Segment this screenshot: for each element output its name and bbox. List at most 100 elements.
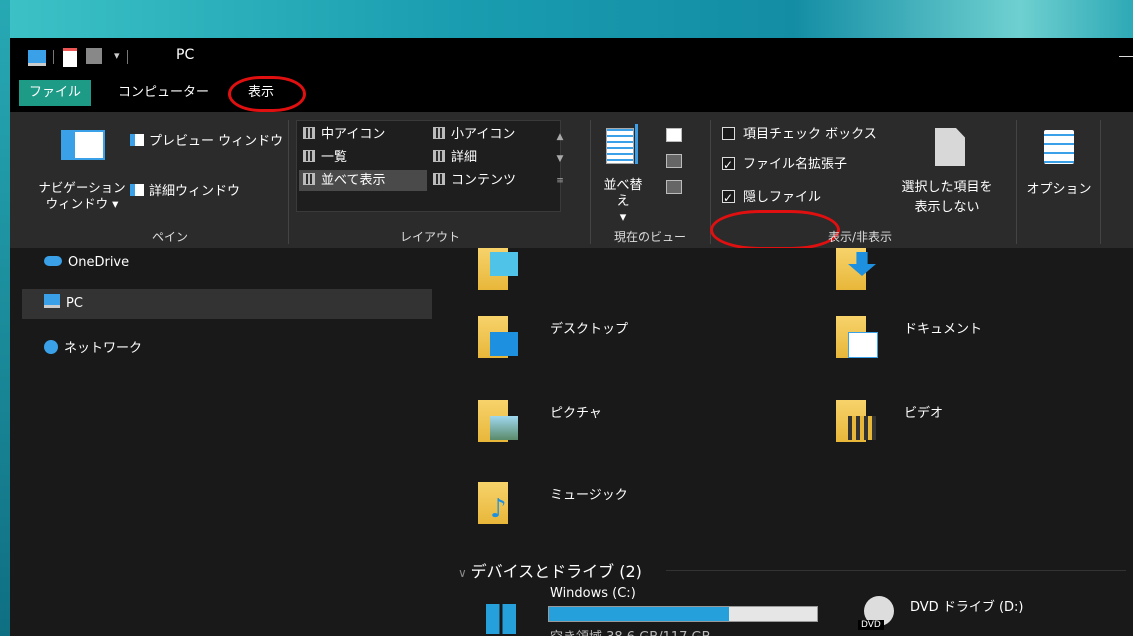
customize-quick-access-icon[interactable]: ▾ [114, 49, 120, 67]
navigation-pane-button[interactable]: ナビゲーション ウィンドウ ▾ [32, 180, 132, 212]
nav-item-pc[interactable]: PC [22, 289, 432, 319]
windows-drive-free-text: 空き領域 38.6 GB/117 GB [550, 626, 711, 636]
add-columns-icon [666, 154, 682, 168]
sort-by-button[interactable]: 並べ替え ▾ [598, 178, 648, 226]
folder-label[interactable]: ビデオ [904, 402, 943, 421]
pictures-icon [490, 416, 518, 440]
list-icon [303, 150, 315, 162]
sort-by-icon[interactable] [606, 128, 634, 164]
size-columns-icon [666, 180, 682, 194]
separator-icon [127, 50, 128, 64]
minimize-button[interactable] [1119, 56, 1133, 57]
navigation-pane: OneDrive PC ネットワーク [10, 248, 436, 636]
devices-section-header[interactable]: ∨ デバイスとドライブ (2) [458, 558, 642, 582]
group-label-show-hide: 表示/非表示 [827, 230, 893, 244]
item-checkboxes-option[interactable]: 項目チェック ボックス [722, 124, 877, 146]
layout-item-label: コンテンツ [451, 173, 517, 188]
properties-icon[interactable] [63, 48, 77, 67]
tab-file[interactable]: ファイル [19, 80, 92, 106]
hide-selected-label: 選択した項目を [901, 180, 993, 195]
hide-selected-label-2: 表示しない [914, 200, 980, 215]
hidden-items-checkbox[interactable] [722, 187, 735, 209]
new-folder-icon[interactable] [86, 48, 102, 64]
dvd-drive-label[interactable]: DVD ドライブ (D:) [910, 596, 1023, 615]
hide-selected-button[interactable]: 選択した項目を 表示しない [892, 178, 1002, 218]
folder-documents[interactable] [836, 316, 878, 358]
layout-list[interactable]: 一覧 [299, 147, 427, 168]
folder-label[interactable]: デスクトップ [550, 318, 628, 337]
windows-drive-icon[interactable] [486, 604, 516, 634]
folder-label[interactable]: ピクチャ [550, 402, 602, 421]
layout-medium-icons[interactable]: 中アイコン [299, 124, 427, 145]
sort-arrow-icon [635, 124, 638, 164]
ribbon-separator [288, 120, 289, 244]
section-divider [666, 570, 1126, 571]
item-checkboxes-label: 項目チェック ボックス [743, 127, 877, 142]
nav-item-label: PC [66, 296, 83, 311]
collapse-chevron-icon[interactable]: ∨ [458, 566, 471, 580]
folder-downloads[interactable] [836, 248, 876, 290]
tiles-icon [303, 173, 315, 185]
layout-gallery-scroll[interactable]: ▲ ▼ ≡ [550, 120, 570, 210]
content-icon [433, 173, 445, 185]
devices-header-label: デバイスとドライブ (2) [470, 562, 642, 581]
details-icon [433, 150, 445, 162]
layout-gallery: 中アイコン 小アイコン 一覧 詳細 並べて表示 コンテンツ [296, 120, 561, 212]
folder-music[interactable]: ♪ [478, 482, 514, 524]
preview-pane-button[interactable]: プレビュー ウィンドウ [130, 132, 283, 152]
windows-drive-usage-bar [548, 606, 818, 622]
group-by-icon[interactable] [666, 128, 682, 142]
folder-desktop[interactable] [478, 316, 518, 358]
tab-computer[interactable]: コンピューター [108, 80, 219, 106]
dvd-badge: DVD [858, 620, 884, 630]
windows-drive-label[interactable]: Windows (C:) [550, 586, 636, 601]
sort-by-label: 並べ替え [603, 178, 643, 209]
nav-item-onedrive[interactable]: OneDrive [44, 248, 129, 278]
folder-label[interactable]: ドキュメント [904, 318, 982, 337]
desktop-edge [0, 0, 10, 636]
navigation-pane-label-2: ウィンドウ ▾ [45, 196, 119, 211]
window-title: PC [176, 47, 195, 63]
folder-pictures[interactable] [478, 400, 518, 442]
hidden-items-label: 隠しファイル [743, 190, 822, 205]
small-icons-icon [433, 127, 445, 139]
folder-videos[interactable] [836, 400, 876, 442]
group-label-layout: レイアウト [399, 230, 460, 244]
group-label-pane: ペイン [151, 230, 188, 244]
hidden-items-option[interactable]: 隠しファイル [722, 187, 821, 209]
file-extensions-option[interactable]: ファイル名拡張子 [722, 154, 847, 176]
ribbon-tabs: ファイル コンピューター 表示 [10, 76, 1133, 112]
layout-details[interactable]: 詳細 [429, 147, 553, 168]
folder-label[interactable]: ミュージック [550, 484, 628, 503]
details-pane-icon [130, 184, 144, 196]
options-icon[interactable] [1044, 130, 1074, 164]
preview-pane-label: プレビュー ウィンドウ [149, 134, 284, 149]
layout-item-label: 並べて表示 [321, 173, 386, 188]
ribbon-separator [590, 120, 591, 244]
hide-selected-icon[interactable] [935, 128, 965, 166]
file-extensions-checkbox[interactable] [722, 154, 735, 176]
navigation-pane-label: ナビゲーション [38, 180, 126, 195]
layout-item-label: 小アイコン [451, 127, 516, 142]
medium-icons-icon [303, 127, 315, 139]
layout-content[interactable]: コンテンツ [429, 170, 553, 191]
file-extensions-label: ファイル名拡張子 [743, 157, 848, 172]
network-icon [44, 340, 58, 354]
scroll-down-icon[interactable]: ▼ [550, 154, 570, 164]
layout-small-icons[interactable]: 小アイコン [429, 124, 553, 145]
item-checkboxes-checkbox[interactable] [722, 127, 735, 140]
download-arrow-icon [848, 252, 876, 276]
details-pane-button[interactable]: 詳細ウィンドウ [130, 182, 240, 202]
layout-item-label: 一覧 [321, 150, 348, 165]
nav-item-label: ネットワーク [64, 341, 143, 356]
scroll-up-icon[interactable]: ▲ [550, 132, 570, 142]
drive-usage-fill [549, 607, 729, 621]
folder-3d-objects[interactable] [478, 248, 518, 290]
layout-item-label: 詳細 [451, 150, 478, 165]
nav-item-network[interactable]: ネットワーク [44, 334, 142, 364]
nav-item-label: OneDrive [68, 255, 130, 270]
gallery-expand-icon[interactable]: ≡ [550, 176, 570, 186]
navigation-pane-icon[interactable] [61, 130, 105, 160]
layout-tiles[interactable]: 並べて表示 [299, 170, 427, 191]
options-button[interactable]: オプション [1024, 178, 1094, 197]
